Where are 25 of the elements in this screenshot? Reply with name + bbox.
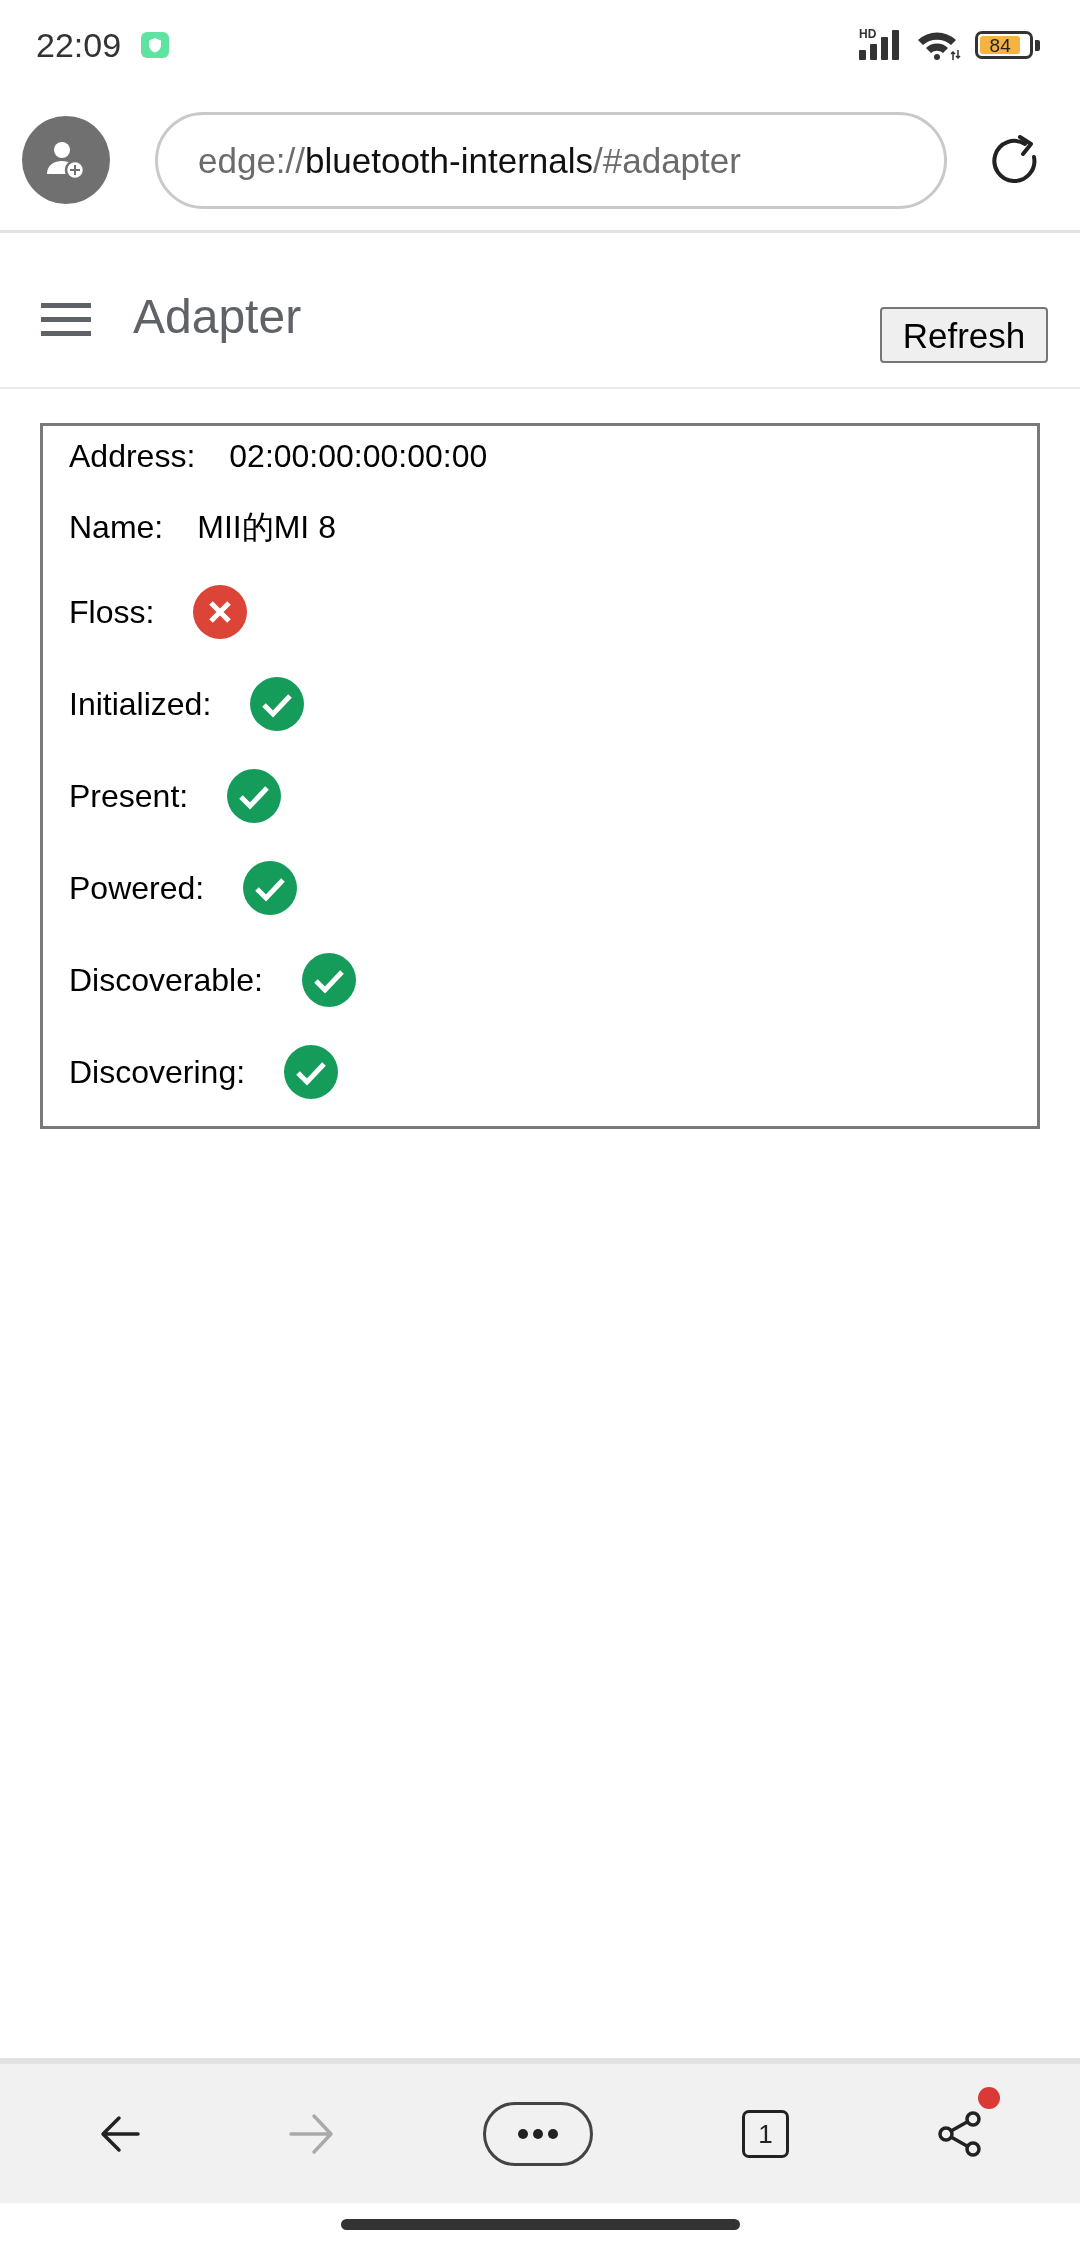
battery-indicator: 84 bbox=[975, 31, 1040, 59]
refresh-button[interactable]: Refresh bbox=[880, 307, 1048, 363]
url-field[interactable]: edge://bluetooth-internals/#adapter bbox=[155, 111, 947, 209]
back-button[interactable] bbox=[100, 2114, 140, 2153]
signal-icon bbox=[859, 30, 901, 60]
network-type-label: HD bbox=[859, 28, 877, 40]
field-label: Name: bbox=[69, 511, 164, 543]
field-label: Powered: bbox=[69, 872, 205, 904]
field-label: Present: bbox=[69, 780, 189, 812]
menu-button[interactable] bbox=[41, 303, 91, 336]
more-dots-icon bbox=[518, 2128, 558, 2139]
share-button[interactable] bbox=[938, 2109, 982, 2158]
field-value: MII的MI 8 bbox=[197, 511, 336, 543]
field-label: Initialized: bbox=[69, 688, 212, 720]
more-button[interactable] bbox=[483, 2101, 593, 2166]
page-title: Adapter bbox=[133, 289, 302, 345]
shield-icon bbox=[141, 32, 170, 58]
field-label: Floss: bbox=[69, 596, 155, 628]
tab-switcher-button[interactable]: 1 bbox=[742, 2109, 789, 2158]
status-time: 22:09 bbox=[36, 28, 122, 62]
field-label: Address: bbox=[69, 440, 196, 472]
field-label: Discovering: bbox=[69, 1056, 246, 1088]
wifi-icon bbox=[917, 30, 961, 60]
field-value: 02:00:00:00:00:00 bbox=[229, 440, 488, 472]
field-label: Discoverable: bbox=[69, 964, 263, 996]
